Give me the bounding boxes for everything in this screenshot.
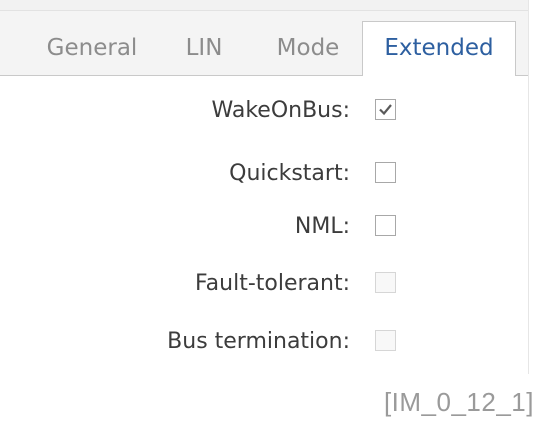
tab-lin[interactable]: LIN (168, 23, 240, 75)
dialog-top-edge (0, 0, 528, 11)
tab-extended[interactable]: Extended (362, 21, 516, 76)
nml-checkbox[interactable] (375, 215, 396, 236)
option-row-nml: NML: (0, 209, 400, 245)
settings-dialog: General LIN Mode Extended WakeOnBus: Qui… (0, 0, 529, 374)
tab-bar: General LIN Mode Extended (0, 11, 528, 76)
screen: General LIN Mode Extended WakeOnBus: Qui… (0, 0, 534, 426)
nml-label: NML: (294, 214, 350, 239)
bus-termination-checkbox[interactable] (375, 330, 396, 351)
quickstart-label: Quickstart: (229, 161, 350, 186)
extended-panel: WakeOnBus: Quickstart: NML: Fault-tolera… (0, 76, 528, 374)
image-caption: [IM_0_12_1] (383, 387, 534, 417)
option-row-bus-termination: Bus termination: (0, 324, 400, 360)
bus-termination-label: Bus termination: (167, 329, 350, 354)
fault-tolerant-label: Fault-tolerant: (195, 271, 350, 296)
tab-mode[interactable]: Mode (254, 23, 362, 75)
check-icon (379, 104, 392, 116)
option-row-quickstart: Quickstart: (0, 156, 400, 192)
option-row-wakeonbus: WakeOnBus: (0, 93, 400, 129)
option-row-fault-tolerant: Fault-tolerant: (0, 266, 400, 302)
wakeonbus-checkbox[interactable] (375, 99, 396, 120)
quickstart-checkbox[interactable] (375, 162, 396, 183)
wakeonbus-label: WakeOnBus: (211, 98, 351, 123)
fault-tolerant-checkbox[interactable] (375, 272, 396, 293)
tab-general[interactable]: General (28, 23, 156, 75)
